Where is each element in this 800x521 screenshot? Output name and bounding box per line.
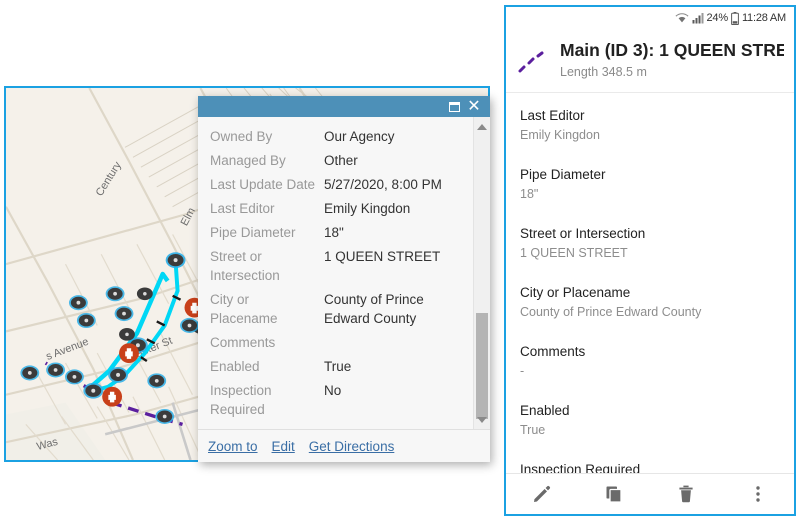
dashed-line-symbol-icon	[518, 51, 544, 73]
scroll-down-button[interactable]	[474, 412, 490, 427]
edit-link[interactable]: Edit	[272, 439, 295, 454]
attr-label: Last Editor	[210, 201, 275, 216]
status-bar: 24% 11:28 AM	[506, 7, 794, 29]
feature-length: Length 348.5 m	[560, 65, 647, 79]
table-row: Last Editor Emily Kingdon	[210, 199, 469, 218]
field-value: 18"	[520, 187, 539, 201]
attr-value: Other	[324, 153, 358, 168]
attribute-table: Owned By Our Agency Managed By Other Las…	[198, 117, 473, 429]
list-item: Street or Intersection 1 QUEEN STREET	[506, 225, 794, 262]
delete-button[interactable]	[650, 474, 722, 514]
attr-value: 18"	[324, 225, 344, 240]
field-value: Emily Kingdon	[520, 128, 600, 142]
chevron-up-icon	[477, 123, 487, 130]
scroll-up-button[interactable]	[474, 119, 490, 134]
status-time: 11:28 AM	[741, 12, 786, 24]
table-row: Inspection Required No	[210, 381, 469, 419]
mobile-header-text: Main (ID 3): 1 QUEEN STRE… Length 348.5 …	[560, 39, 784, 80]
zoom-to-link[interactable]: Zoom to	[208, 439, 258, 454]
table-row: City or Placename County of Prince Edwar…	[210, 290, 469, 328]
attr-label: Last Update Date	[210, 177, 316, 192]
copy-icon	[606, 486, 622, 503]
attr-value: County of Prince Edward County	[324, 292, 424, 326]
chevron-down-icon	[477, 416, 487, 423]
field-value: -	[520, 364, 525, 378]
field-label: Street or Intersection	[520, 226, 646, 241]
page-title: Main (ID 3): 1 QUEEN STRE…	[560, 40, 784, 60]
table-row: Managed By Other	[210, 151, 469, 170]
field-label: City or Placename	[520, 285, 631, 300]
popup-body: Owned By Our Agency Managed By Other Las…	[198, 117, 490, 429]
maximize-icon	[448, 101, 460, 112]
table-row: Enabled True	[210, 357, 469, 376]
field-value: True	[520, 423, 546, 437]
list-item: Inspection Required No	[506, 461, 794, 473]
table-row: Comments	[210, 333, 469, 352]
field-label: Enabled	[520, 403, 570, 418]
popup-scrollbar[interactable]	[473, 117, 490, 429]
field-label: Comments	[520, 344, 586, 359]
wifi-icon	[675, 13, 688, 23]
attr-label: Pipe Diameter	[210, 225, 296, 240]
field-label: Last Editor	[520, 108, 585, 123]
close-button[interactable]: ✕	[464, 98, 484, 116]
mobile-attribute-list: Last Editor Emily Kingdon Pipe Diameter …	[506, 93, 794, 473]
list-item: Pipe Diameter 18"	[506, 166, 794, 203]
field-label: Pipe Diameter	[520, 167, 606, 182]
attr-value	[324, 333, 469, 352]
mobile-feature-panel[interactable]: 24% 11:28 AM Main (ID 3): 1 QUEEN STRE… …	[504, 5, 796, 516]
attr-value: No	[324, 383, 342, 398]
table-row: Owned By Our Agency	[210, 127, 469, 146]
popup-footer: Zoom to Edit Get Directions	[198, 429, 490, 462]
attr-label: Owned By	[210, 129, 273, 144]
screenshot-root: Century Elm s Avenue Barker St Was ✕ Own…	[0, 0, 800, 521]
attr-label: Enabled	[210, 359, 260, 374]
attr-label: Street or Intersection	[210, 249, 280, 283]
trash-icon	[679, 485, 693, 503]
close-icon: ✕	[467, 97, 481, 115]
more-vertical-icon	[756, 486, 760, 502]
copy-button[interactable]	[578, 474, 650, 514]
edit-button[interactable]	[506, 474, 578, 514]
feature-popup[interactable]: ✕ Owned By Our Agency Managed By Other L…	[198, 96, 490, 462]
table-row: Pipe Diameter 18"	[210, 223, 469, 242]
list-item: City or Placename County of Prince Edwar…	[506, 284, 794, 321]
attr-label: Managed By	[210, 153, 286, 168]
table-row: Last Update Date 5/27/2020, 8:00 PM	[210, 175, 469, 194]
popup-titlebar: ✕	[198, 96, 490, 117]
field-value: County of Prince Edward County	[520, 305, 702, 319]
field-label: Inspection Required	[520, 462, 641, 473]
battery-percent: 24%	[706, 12, 729, 24]
attr-value: 1 QUEEN STREET	[324, 249, 441, 264]
field-value: 1 QUEEN STREET	[520, 246, 628, 260]
list-item: Enabled True	[506, 402, 794, 439]
get-directions-link[interactable]: Get Directions	[309, 439, 395, 454]
list-item: Comments -	[506, 343, 794, 380]
mobile-header: Main (ID 3): 1 QUEEN STRE… Length 348.5 …	[506, 29, 794, 93]
scrollbar-thumb[interactable]	[476, 313, 488, 419]
attr-value: Emily Kingdon	[324, 201, 411, 216]
attr-value: 5/27/2020, 8:00 PM	[324, 177, 442, 192]
mobile-action-bar	[506, 473, 794, 514]
attr-value: Our Agency	[324, 129, 395, 144]
more-button[interactable]	[722, 474, 794, 514]
signal-bars-icon	[692, 13, 704, 24]
attr-value: True	[324, 359, 352, 374]
attr-label: Inspection Required	[210, 383, 272, 417]
pencil-icon	[534, 485, 551, 502]
attr-label: City or Placename	[210, 292, 278, 326]
list-item: Last Editor Emily Kingdon	[506, 107, 794, 144]
battery-icon	[731, 11, 739, 25]
table-row: Street or Intersection 1 QUEEN STREET	[210, 247, 469, 285]
attr-label: Comments	[210, 335, 276, 350]
maximize-button[interactable]	[444, 98, 464, 116]
